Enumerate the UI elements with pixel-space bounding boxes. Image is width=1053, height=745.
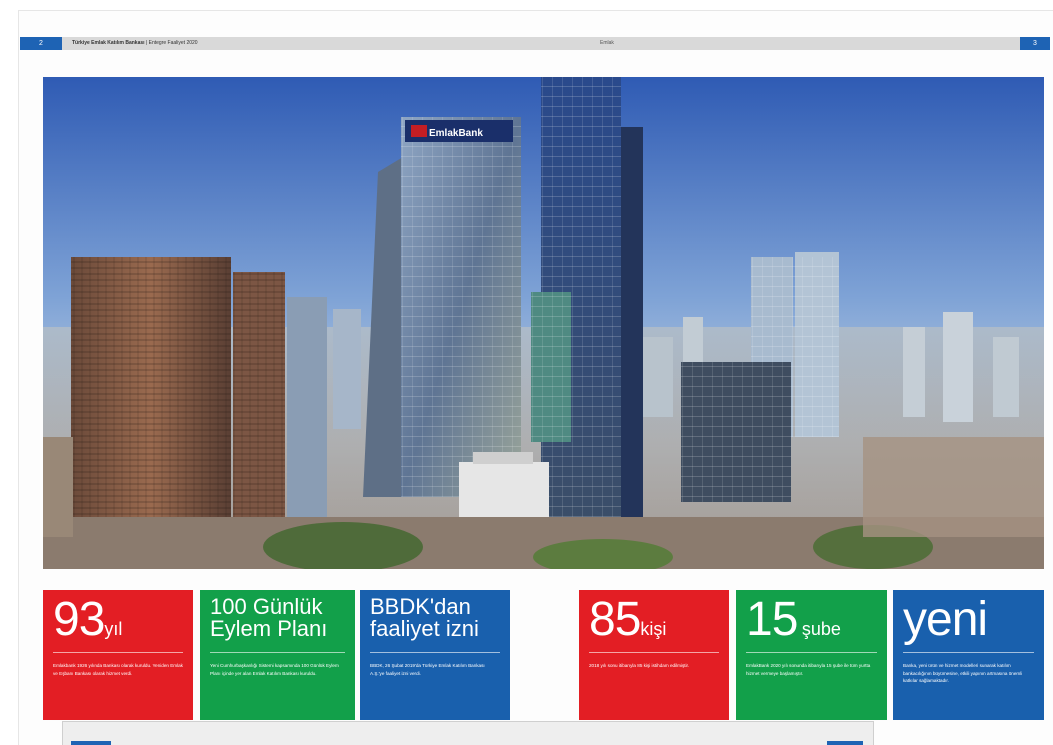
stat-box-action-plan: 100 Günlük Eylem Planı Yeni Cumhurbaşkan…: [200, 590, 355, 720]
stat-box-years: 93yıl Emlakbank 1926 yılında Bankası ola…: [43, 590, 193, 720]
stat-description: BBDK, 26 Şubat 2019'da Türkiye Emlak Kat…: [370, 663, 485, 676]
bank-name: Türkiye Emlak Katılım Bankası: [72, 40, 145, 46]
stat-value: 93: [53, 593, 105, 646]
divider: [589, 652, 719, 653]
divider: [210, 652, 345, 653]
stat-box-employees: 85kişi 2018 yılı sonu itibarıyla 85 kişi…: [579, 590, 729, 720]
section-label: Emlak: [600, 40, 614, 46]
stat-description: Yeni Cumhurbaşkanlığı Sistemi kapsamında…: [210, 663, 339, 676]
stat-value: yeni: [903, 593, 988, 646]
stat-value: 15: [746, 593, 798, 646]
stat-value: BBDK'dan faaliyet izni: [370, 594, 479, 641]
building-sign: EmlakBank: [429, 128, 483, 139]
page-tab-left: [71, 741, 111, 745]
stat-description: Emlakbank 1926 yılında Bankası olarak ku…: [53, 663, 183, 676]
stat-unit: kişi: [640, 619, 667, 639]
stat-box-branches: 15 şube EmlakBank 2020 yılı sonunda itib…: [736, 590, 887, 720]
page-tab-right: [827, 741, 863, 745]
stat-description: 2018 yılı sonu itibarıyla 85 kişi istihd…: [589, 663, 690, 668]
page-header-bar: 2 Türkiye Emlak Katılım Bankası | Entegr…: [20, 37, 1050, 50]
stat-value: 85: [589, 593, 641, 646]
divider: [746, 652, 877, 653]
stat-box-license: BBDK'dan faaliyet izni BBDK, 26 Şubat 20…: [360, 590, 510, 720]
stat-description: Banka, yeni ürün ve hizmet modelleri sun…: [903, 663, 1023, 683]
overlapping-page-edge: [62, 721, 874, 745]
stat-box-new: yeni Banka, yeni ürün ve hizmet modeller…: [893, 590, 1044, 720]
stat-description: EmlakBank 2020 yılı sonunda itibarıyla 1…: [746, 663, 871, 676]
page-number-right: 3: [1020, 37, 1050, 50]
page-number-left: 2: [20, 37, 62, 50]
report-title: Türkiye Emlak Katılım Bankası | Entegre …: [72, 40, 198, 46]
stat-unit: şube: [801, 619, 841, 639]
divider: [370, 652, 500, 653]
divider: [903, 652, 1034, 653]
divider: [53, 652, 183, 653]
stat-unit: yıl: [104, 619, 123, 639]
report-subtitle: Entegre Faaliyet 2020: [148, 40, 198, 46]
headquarters-photo: EmlakBank: [43, 77, 1044, 569]
stat-value: 100 Günlük Eylem Planı: [210, 594, 328, 641]
